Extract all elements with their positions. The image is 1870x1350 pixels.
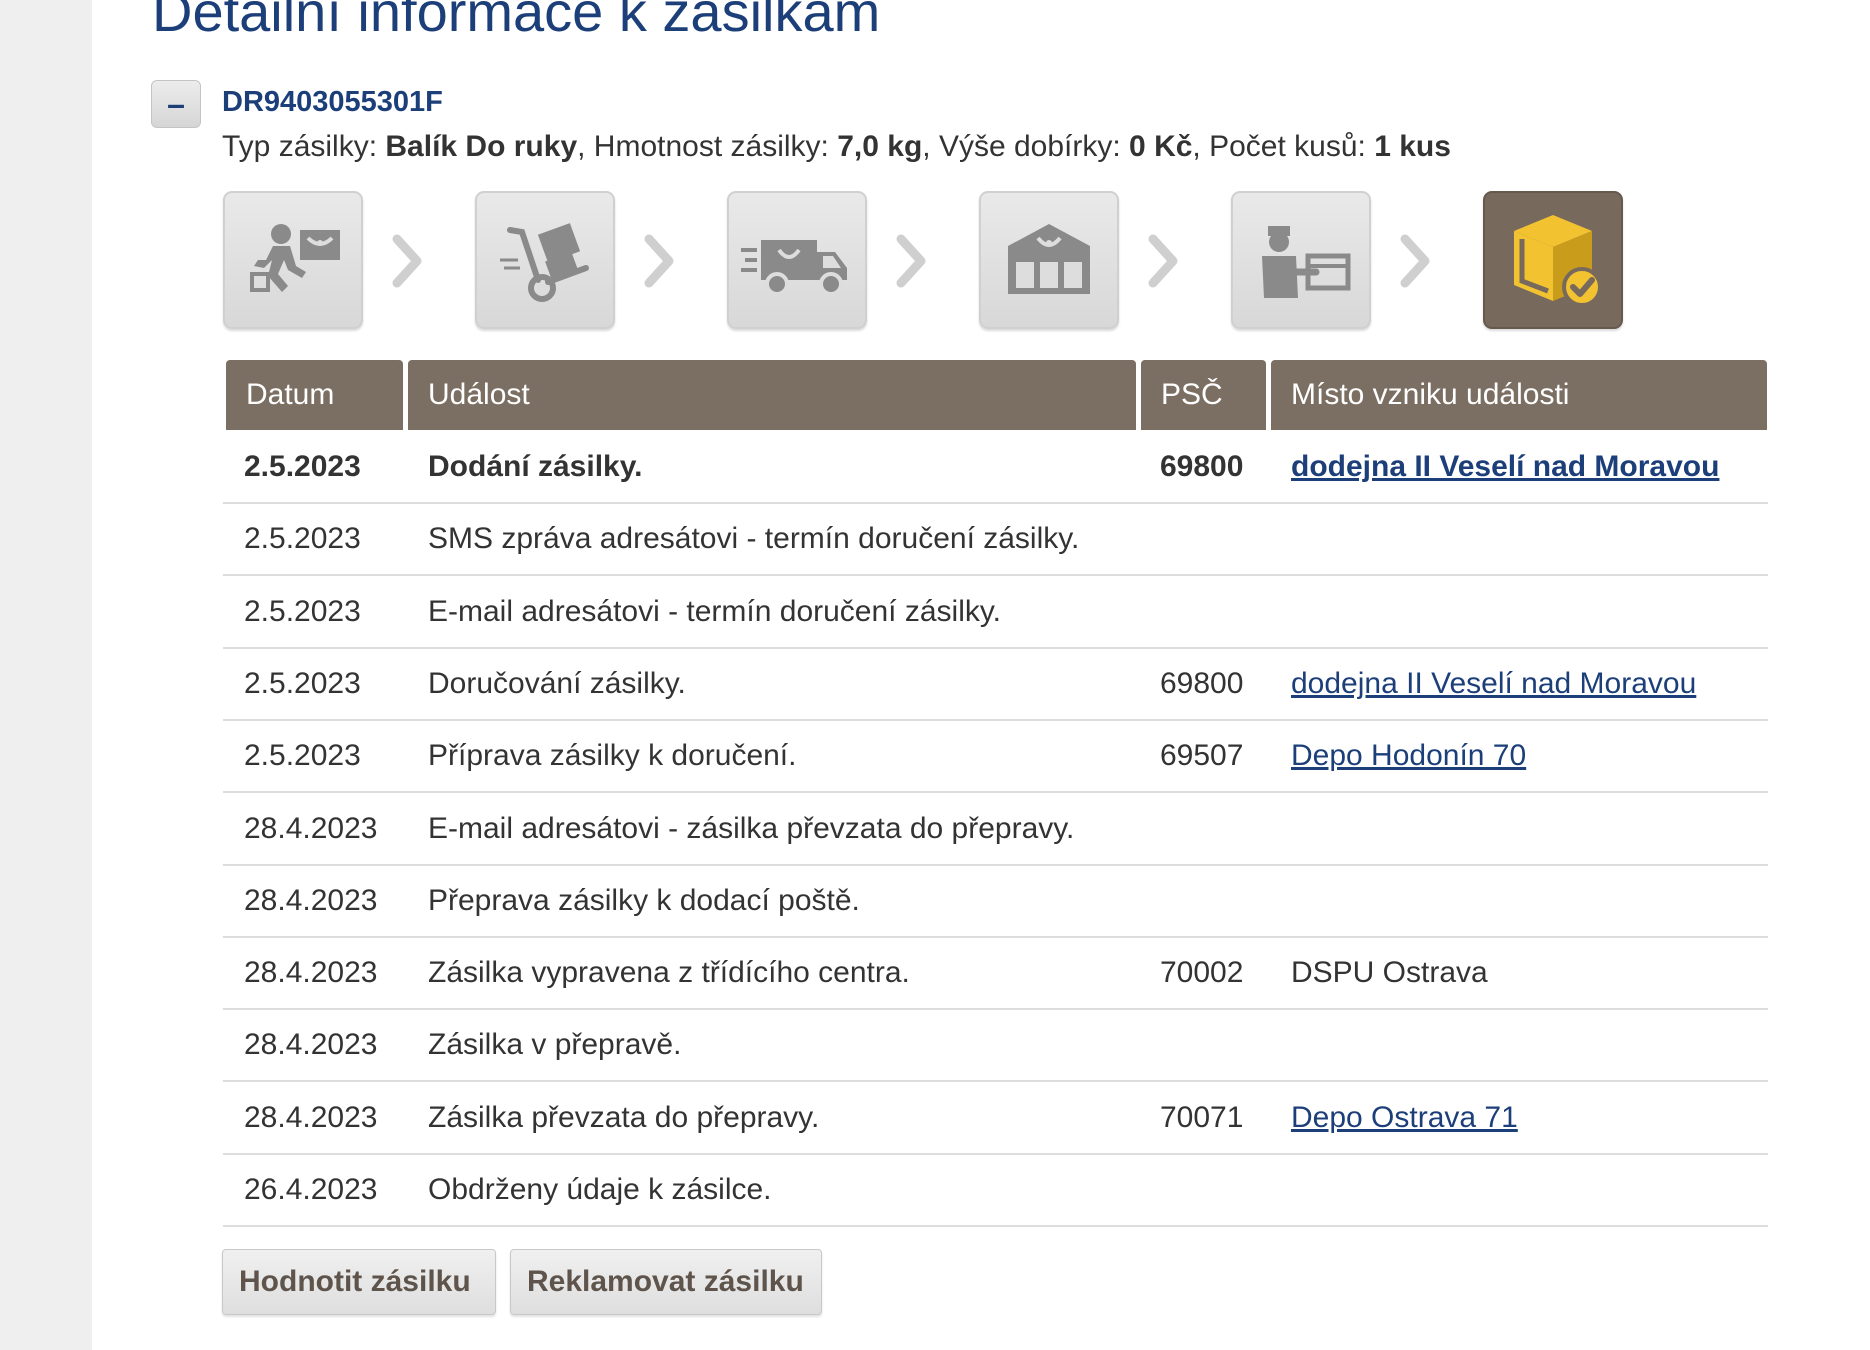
- column-header-date: Datum: [226, 360, 403, 430]
- complain-parcel-button[interactable]: Reklamovat zásilku: [510, 1249, 822, 1315]
- row-date: 28.4.2023: [244, 811, 378, 845]
- table-row: 2.5.2023 Dodání zásilky. 69800 dodejna II V…: [223, 432, 1768, 504]
- row-event: E-mail adresátovi - termín doručení zási…: [428, 594, 1001, 628]
- row-date: 28.4.2023: [244, 883, 378, 917]
- row-date: 26.4.2023: [244, 1173, 378, 1206]
- chevron-right-icon: [1148, 234, 1178, 288]
- table-row: 2.5.2023 SMS zpráva adresátovi - termín d…: [223, 504, 1768, 577]
- row-event: Doručování zásilky.: [428, 666, 686, 700]
- delivered-box-icon: [1514, 215, 1602, 307]
- cod-label: Výše dobírky:: [938, 130, 1121, 163]
- row-event: Dodání zásilky.: [428, 450, 643, 483]
- courier-handover-icon: [1262, 226, 1351, 298]
- row-event: E-mail adresátovi - zásilka převzata do …: [428, 811, 1075, 845]
- row-psc: 69800: [1160, 450, 1244, 483]
- row-place: DSPU Ostrava: [1291, 956, 1488, 990]
- step-transport: [727, 191, 867, 329]
- table-row: 28.4.2023 Zásilka v přepravě.: [223, 1010, 1768, 1083]
- row-event: Přeprava zásilky k dodací poště.: [428, 883, 860, 917]
- hand-truck-icon: [500, 223, 589, 302]
- collapse-button[interactable]: –: [151, 80, 201, 128]
- chevron-right-icon: [392, 234, 422, 288]
- post-office-icon: [1008, 224, 1090, 294]
- step-delivery: [1231, 191, 1371, 329]
- step-delivered: [1483, 191, 1623, 329]
- row-event: Zásilka v přepravě.: [428, 1028, 682, 1062]
- row-psc: 69507: [1160, 739, 1244, 773]
- parcel-id: DR9403055301F: [222, 86, 443, 118]
- table-row: 2.5.2023 E-mail adresátovi - termín doruč…: [223, 577, 1768, 649]
- step-post-office: [979, 191, 1119, 329]
- row-psc: 70071: [1160, 1100, 1244, 1134]
- row-place-link[interactable]: dodejna II Veselí nad Moravou: [1291, 649, 1696, 719]
- row-date: 2.5.2023: [244, 666, 361, 700]
- row-date: 2.5.2023: [244, 594, 361, 628]
- row-date: 2.5.2023: [244, 522, 361, 556]
- weight-value: 7,0 kg: [837, 130, 923, 163]
- parcel-summary: Typ zásilky: Balík Do ruky, Hmotnost zás…: [222, 130, 1451, 163]
- row-event: Obdrženy údaje k zásilce.: [428, 1173, 772, 1206]
- row-place-link[interactable]: Depo Ostrava 71: [1291, 1083, 1518, 1153]
- page-title: Detailní informace k zásilkám: [152, 0, 881, 43]
- courier-pickup-icon: [250, 224, 340, 292]
- type-label: Typ zásilky:: [222, 130, 378, 163]
- row-date: 2.5.2023: [244, 739, 361, 773]
- delivery-truck-icon: [741, 240, 847, 296]
- count-value: 1 kus: [1374, 130, 1451, 163]
- cod-value: 0 Kč: [1129, 130, 1193, 163]
- row-psc: 69800: [1160, 666, 1244, 700]
- type-value: Balík Do ruky: [385, 130, 578, 163]
- column-header-psc: PSČ: [1141, 360, 1266, 430]
- table-row: 28.4.2023 E-mail adresátovi - zásilka pře…: [223, 794, 1768, 866]
- row-date: 28.4.2023: [244, 1028, 378, 1062]
- table-header: Datum Událost PSČ Místo vzniku události: [223, 360, 1768, 430]
- table-row: 28.4.2023 Zásilka převzata do přepravy. 70…: [223, 1083, 1768, 1155]
- table-row: 28.4.2023 Přeprava zásilky k dodací poště…: [223, 866, 1768, 938]
- row-date: 2.5.2023: [244, 450, 361, 483]
- chevron-right-icon: [644, 234, 674, 288]
- row-psc: 70002: [1160, 956, 1244, 990]
- rate-parcel-button[interactable]: Hodnotit zásilku: [222, 1249, 496, 1315]
- column-header-event: Událost: [408, 360, 1136, 430]
- table-row: 26.4.2023 Obdrženy údaje k zásilce.: [223, 1155, 1768, 1227]
- row-event: Zásilka převzata do přepravy.: [428, 1100, 820, 1134]
- step-pickup: [223, 191, 363, 329]
- row-date: 28.4.2023: [244, 956, 378, 990]
- table-row: 2.5.2023 Příprava zásilky k doručení. 6950…: [223, 721, 1768, 794]
- row-event: Zásilka vypravena z třídícího centra.: [428, 956, 910, 990]
- count-label: Počet kusů:: [1209, 130, 1366, 163]
- weight-label: Hmotnost zásilky:: [593, 130, 829, 163]
- column-header-place: Místo vzniku události: [1271, 360, 1767, 430]
- left-sidebar-band: [0, 0, 92, 1350]
- row-place-link[interactable]: Depo Hodonín 70: [1291, 721, 1526, 791]
- step-sorting: [475, 191, 615, 329]
- table-row: 28.4.2023 Zásilka vypravena z třídícího c…: [223, 938, 1768, 1011]
- row-date: 28.4.2023: [244, 1100, 378, 1134]
- row-event: Příprava zásilky k doručení.: [428, 739, 797, 773]
- chevron-right-icon: [1400, 234, 1430, 288]
- row-place-link[interactable]: dodejna II Veselí nad Moravou: [1291, 432, 1719, 502]
- chevron-right-icon: [896, 234, 926, 288]
- table-row: 2.5.2023 Doručování zásilky. 69800 dodejna …: [223, 649, 1768, 721]
- row-event: SMS zpráva adresátovi - termín doručení …: [428, 522, 1080, 556]
